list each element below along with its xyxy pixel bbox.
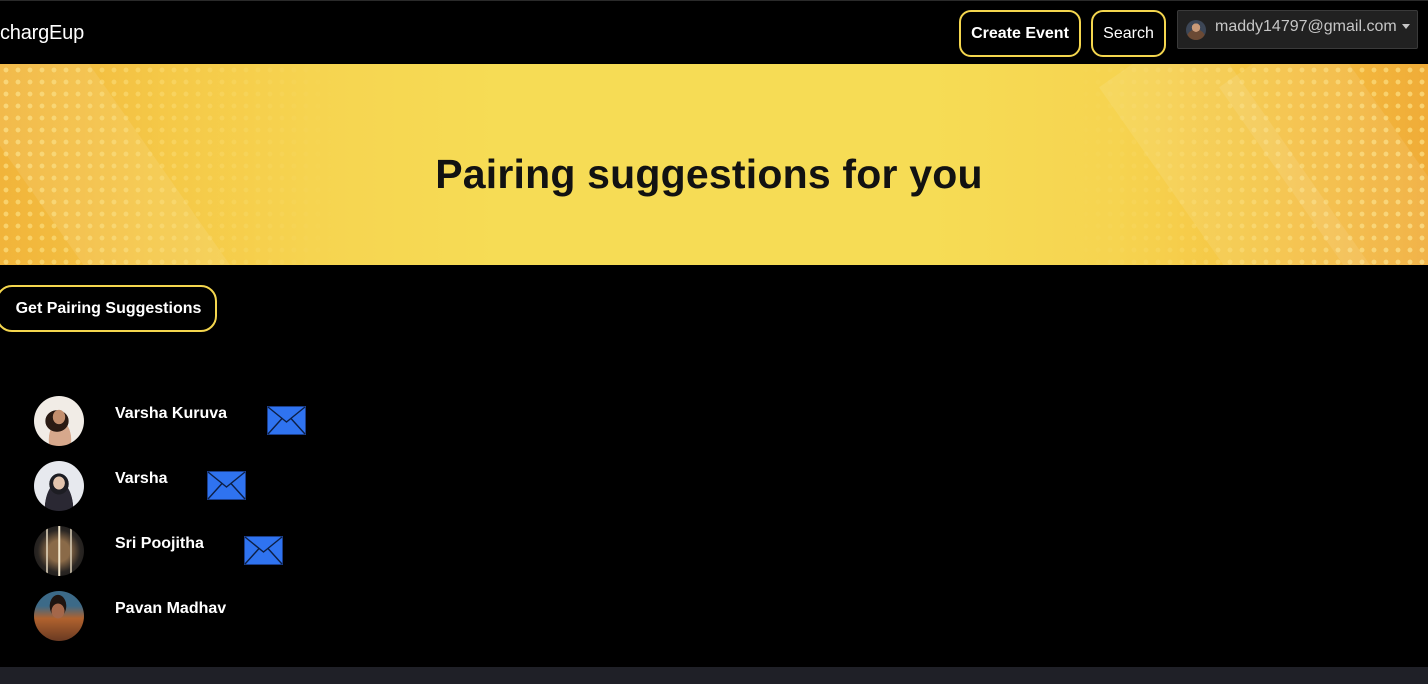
avatar[interactable] — [34, 526, 84, 576]
avatar[interactable] — [34, 396, 84, 446]
user-name[interactable]: Pavan Madhav — [115, 600, 226, 618]
footer — [0, 667, 1428, 684]
list-item: Sri Poojitha — [34, 526, 434, 591]
avatar[interactable] — [34, 591, 84, 641]
user-email: maddy14797@gmail.com — [1215, 17, 1397, 35]
get-pairing-suggestions-button[interactable]: Get Pairing Suggestions — [0, 285, 217, 332]
create-event-button[interactable]: Create Event — [959, 10, 1081, 57]
chevron-down-icon — [1401, 24, 1410, 29]
search-button[interactable]: Search — [1091, 10, 1166, 57]
pairing-suggestions-list: Varsha Kuruva Varsha Sri Poojitha Pavan … — [34, 396, 434, 656]
user-menu-dropdown[interactable]: maddy14797@gmail.com — [1177, 10, 1418, 49]
list-item: Varsha — [34, 461, 434, 526]
list-item: Varsha Kuruva — [34, 396, 434, 461]
page-title: Pairing suggestions for you — [435, 151, 983, 197]
user-name[interactable]: Sri Poojitha — [115, 535, 204, 553]
hero-banner: Pairing suggestions for you — [0, 64, 1428, 265]
mail-icon[interactable] — [267, 406, 306, 435]
user-name[interactable]: Varsha Kuruva — [115, 405, 227, 423]
top-navbar: chargEup Create Event Search maddy14797@… — [0, 0, 1428, 64]
mail-icon[interactable] — [244, 536, 283, 565]
brand-logo[interactable]: chargEup — [0, 21, 84, 45]
avatar[interactable] — [34, 461, 84, 511]
user-name[interactable]: Varsha — [115, 470, 167, 488]
list-item: Pavan Madhav — [34, 591, 434, 656]
user-avatar — [1186, 19, 1206, 40]
mail-icon[interactable] — [207, 471, 246, 500]
